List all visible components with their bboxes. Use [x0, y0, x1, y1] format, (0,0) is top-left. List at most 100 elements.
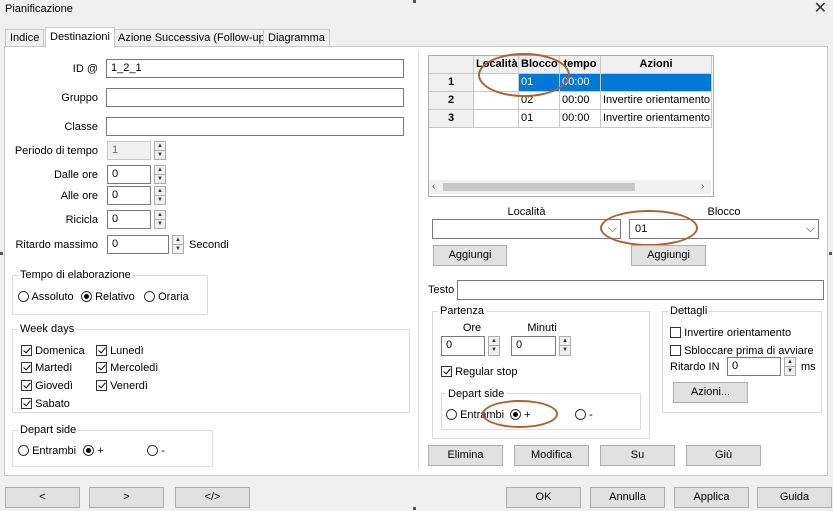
grid-header-blocco[interactable]: Blocco: [519, 56, 560, 74]
grid-row-header[interactable]: 1: [429, 74, 474, 92]
applica-button[interactable]: Applica: [674, 487, 749, 508]
guida-button[interactable]: Guida: [757, 487, 832, 508]
prev-button[interactable]: <: [5, 487, 80, 508]
minuti-stepper[interactable]: ▲ ▼: [559, 336, 571, 356]
depart-option-entrambi[interactable]: Entrambi: [18, 445, 76, 457]
scroll-left-icon[interactable]: ‹: [432, 180, 435, 194]
id-field[interactable]: 1_2_1: [106, 59, 404, 78]
su-button[interactable]: Su: [600, 445, 675, 466]
code-button[interactable]: </>: [175, 487, 250, 508]
giu-button[interactable]: Giù: [686, 445, 761, 466]
weekday-mercoledi[interactable]: Mercoledì: [96, 362, 158, 374]
tempo-option-relativo[interactable]: Relativo: [81, 291, 135, 303]
depart-option-label: Entrambi: [32, 445, 77, 457]
dalle-field[interactable]: 0: [107, 165, 151, 184]
ricicla-stepper[interactable]: ▲ ▼: [154, 210, 166, 229]
ritardo-in-stepper[interactable]: ▲ ▼: [784, 357, 796, 376]
alle-field[interactable]: 0: [107, 186, 151, 205]
grid-row-header[interactable]: 3: [429, 110, 474, 128]
grid-cell-tempo[interactable]: 00:00: [560, 110, 601, 128]
blocco-value: 01: [635, 223, 648, 235]
tab-indice[interactable]: Indice: [5, 29, 45, 47]
depart-option-minus[interactable]: -: [147, 445, 165, 457]
ricicla-field[interactable]: 0: [107, 210, 151, 229]
gruppo-field[interactable]: [106, 88, 404, 107]
scroll-thumb[interactable]: [443, 183, 635, 191]
ritardo-field[interactable]: 0: [107, 235, 169, 254]
blocco-combobox[interactable]: 01 ⌵: [629, 219, 819, 239]
grid-cell-localita[interactable]: [474, 92, 519, 110]
chevron-down-icon: ⌵: [607, 221, 617, 235]
weekday-sabato[interactable]: Sabato: [21, 398, 70, 410]
weekday-giovedi[interactable]: Giovedì: [21, 380, 73, 392]
localita-add-button[interactable]: Aggiungi: [433, 245, 507, 266]
tab-destinazioni[interactable]: Destinazioni: [45, 27, 115, 48]
grid-cell-blocco[interactable]: 01: [519, 110, 560, 128]
blocco-add-button[interactable]: Aggiungi: [631, 245, 706, 266]
grid-header-localita[interactable]: Località: [474, 56, 519, 74]
destinations-grid[interactable]: Località Blocco tempo Azioni 1 01 00:00 …: [428, 55, 714, 197]
resize-handle-bottom[interactable]: [413, 507, 416, 510]
grid-horizontal-scrollbar[interactable]: ‹ ›: [429, 180, 711, 194]
weekday-lunedi[interactable]: Lunedì: [96, 345, 144, 357]
weekday-venerdi[interactable]: Venerdì: [96, 380, 148, 392]
grid-cell-localita[interactable]: [474, 110, 519, 128]
depart-option-label: +: [524, 409, 531, 421]
partenza-depart-minus[interactable]: -: [575, 409, 593, 421]
next-button[interactable]: >: [89, 487, 164, 508]
scroll-right-icon[interactable]: ›: [701, 180, 704, 194]
radio-icon: [446, 409, 457, 420]
checkbox-checked-icon: [96, 362, 107, 373]
invertire-checkbox[interactable]: Invertire orientamento: [670, 327, 791, 339]
grid-cell-localita[interactable]: [474, 74, 519, 92]
partenza-depart-entrambi[interactable]: Entrambi: [446, 409, 504, 421]
ritardo-stepper[interactable]: ▲ ▼: [172, 235, 184, 254]
localita-combobox[interactable]: ⌵: [432, 219, 621, 239]
grid-header-azioni[interactable]: Azioni: [601, 56, 712, 74]
checkbox-checked-icon: [96, 345, 107, 356]
ok-button[interactable]: OK: [506, 487, 581, 508]
regular-stop-checkbox[interactable]: Regular stop: [441, 366, 517, 378]
minuti-field[interactable]: 0: [511, 336, 556, 356]
grid-row-header[interactable]: 2: [429, 92, 474, 110]
dettagli-title: Dettagli: [668, 305, 710, 317]
resize-handle-top[interactable]: [413, 0, 416, 3]
tab-azione-successiva[interactable]: Azione Successiva (Follow-up): [113, 29, 274, 47]
ore-field[interactable]: 0: [441, 336, 485, 356]
testo-field[interactable]: [457, 280, 824, 300]
depart-side-title: Depart side: [18, 424, 79, 436]
ritardo-in-unit: ms: [801, 361, 816, 373]
depart-option-label: +: [97, 445, 104, 457]
depart-option-plus[interactable]: +: [83, 445, 104, 457]
grid-cell-blocco[interactable]: 01: [519, 74, 560, 92]
dalle-stepper[interactable]: ▲ ▼: [154, 165, 166, 184]
tab-diagramma[interactable]: Diagramma: [263, 29, 330, 47]
grid-cell-azioni[interactable]: Invertire orientamento: [601, 92, 712, 110]
partenza-depart-plus[interactable]: +: [510, 409, 531, 421]
tempo-option-oraria[interactable]: Oraria: [144, 291, 189, 303]
grid-cell-tempo[interactable]: 00:00: [560, 74, 601, 92]
grid-cell-blocco[interactable]: 02: [519, 92, 560, 110]
resize-handle-left[interactable]: [0, 252, 3, 255]
ritardo-in-field[interactable]: 0: [727, 357, 781, 376]
ore-stepper[interactable]: ▲ ▼: [488, 336, 500, 356]
modifica-button[interactable]: Modifica: [514, 445, 589, 466]
grid-cell-azioni[interactable]: Invertire orientamento: [601, 110, 712, 128]
resize-handle-right[interactable]: [829, 252, 832, 255]
close-icon[interactable]: ✕: [814, 0, 827, 18]
sbloccare-checkbox[interactable]: Sbloccare prima di avviare: [670, 345, 814, 357]
grid-header-tempo[interactable]: tempo: [560, 56, 601, 74]
tempo-option-assoluto[interactable]: Assoluto: [18, 291, 74, 303]
grid-cell-azioni[interactable]: [601, 74, 712, 92]
elimina-button[interactable]: Elimina: [428, 445, 503, 466]
annulla-button[interactable]: Annulla: [590, 487, 665, 508]
grid-cell-tempo[interactable]: 00:00: [560, 92, 601, 110]
weekday-domenica[interactable]: Domenica: [21, 345, 85, 357]
checkbox-checked-icon: [21, 362, 32, 373]
depart-option-label: Entrambi: [460, 409, 505, 421]
alle-stepper[interactable]: ▲ ▼: [154, 186, 166, 205]
weekday-martedi[interactable]: Martedì: [21, 362, 72, 374]
azioni-button[interactable]: Azioni...: [673, 382, 748, 403]
checkbox-icon: [670, 327, 681, 338]
classe-field[interactable]: [106, 117, 404, 136]
